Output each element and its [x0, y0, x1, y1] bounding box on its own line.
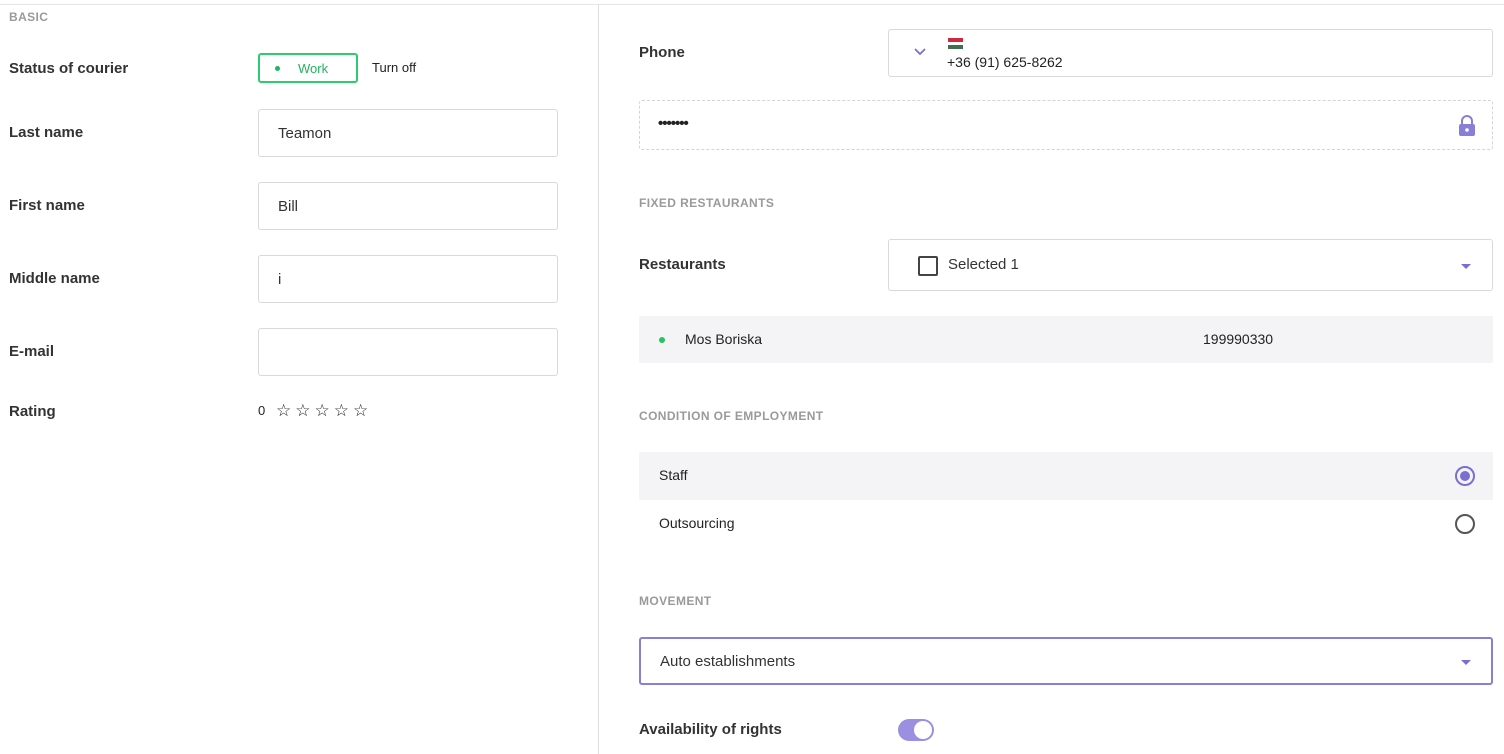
- email-input[interactable]: [258, 328, 558, 376]
- top-border: [0, 4, 1504, 5]
- status-work-label: Work: [298, 60, 329, 76]
- employment-option-outsourcing[interactable]: Outsourcing: [639, 500, 1493, 548]
- rating-stars: ☆ ☆ ☆ ☆ ☆: [276, 401, 368, 421]
- restaurant-id: 199990330: [1203, 331, 1274, 347]
- star-icon[interactable]: ☆: [276, 401, 291, 421]
- status-work-button[interactable]: Work: [258, 53, 358, 83]
- movement-select[interactable]: Auto establishments: [639, 637, 1493, 685]
- first-name-input[interactable]: [258, 182, 558, 230]
- movement-title: MOVEMENT: [639, 594, 712, 608]
- toggle-knob: [914, 721, 932, 739]
- first-name-label: First name: [9, 197, 85, 214]
- password-field[interactable]: •••••••: [639, 100, 1493, 150]
- star-icon[interactable]: ☆: [353, 401, 368, 421]
- status-label: Status of courier: [9, 60, 129, 77]
- fixed-restaurants-title: FIXED RESTAURANTS: [639, 196, 775, 210]
- hungary-flag-icon: [948, 38, 963, 50]
- radio-button-checked[interactable]: [1455, 466, 1475, 486]
- column-divider: [598, 4, 599, 754]
- restaurant-name: Mos Boriska: [685, 331, 763, 347]
- last-name-label: Last name: [9, 124, 84, 141]
- employment-option-staff[interactable]: Staff: [639, 452, 1493, 500]
- movement-select-value: Auto establishments: [660, 653, 796, 670]
- star-icon[interactable]: ☆: [295, 401, 310, 421]
- radio-button[interactable]: [1455, 514, 1475, 534]
- restaurants-label: Restaurants: [639, 256, 726, 273]
- caret-down-icon[interactable]: [1461, 264, 1471, 269]
- email-label: E-mail: [9, 343, 55, 360]
- select-all-checkbox[interactable]: [918, 256, 938, 276]
- rating-value: 0: [258, 403, 266, 418]
- status-turn-off-button[interactable]: Turn off: [372, 60, 416, 75]
- caret-down-icon[interactable]: [1461, 660, 1471, 665]
- active-status-icon: [659, 337, 665, 343]
- middle-name-label: Middle name: [9, 270, 100, 287]
- restaurants-select-text: Selected 1: [948, 256, 1019, 273]
- chevron-down-icon[interactable]: [913, 44, 927, 58]
- restaurants-select[interactable]: Selected 1: [888, 239, 1493, 291]
- availability-rights-toggle[interactable]: [898, 719, 934, 741]
- star-icon[interactable]: ☆: [334, 401, 349, 421]
- star-icon[interactable]: ☆: [315, 401, 330, 421]
- basic-section-title: BASIC: [9, 10, 49, 24]
- employment-title: CONDITION OF EMPLOYMENT: [639, 409, 824, 423]
- middle-name-input[interactable]: [258, 255, 558, 303]
- list-item[interactable]: Mos Boriska 199990330: [639, 316, 1493, 363]
- last-name-input[interactable]: [258, 109, 558, 157]
- option-label: Staff: [659, 467, 688, 483]
- lock-icon: [1459, 115, 1475, 136]
- phone-number-value: +36 (91) 625-8262: [947, 54, 1063, 70]
- rating-label: Rating: [9, 403, 56, 420]
- phone-label: Phone: [639, 44, 685, 61]
- option-label: Outsourcing: [659, 515, 735, 531]
- status-dot-icon: [275, 65, 280, 71]
- password-value: •••••••: [658, 115, 689, 132]
- availability-rights-label: Availability of rights: [639, 721, 782, 738]
- phone-field[interactable]: +36 (91) 625-8262: [888, 29, 1493, 77]
